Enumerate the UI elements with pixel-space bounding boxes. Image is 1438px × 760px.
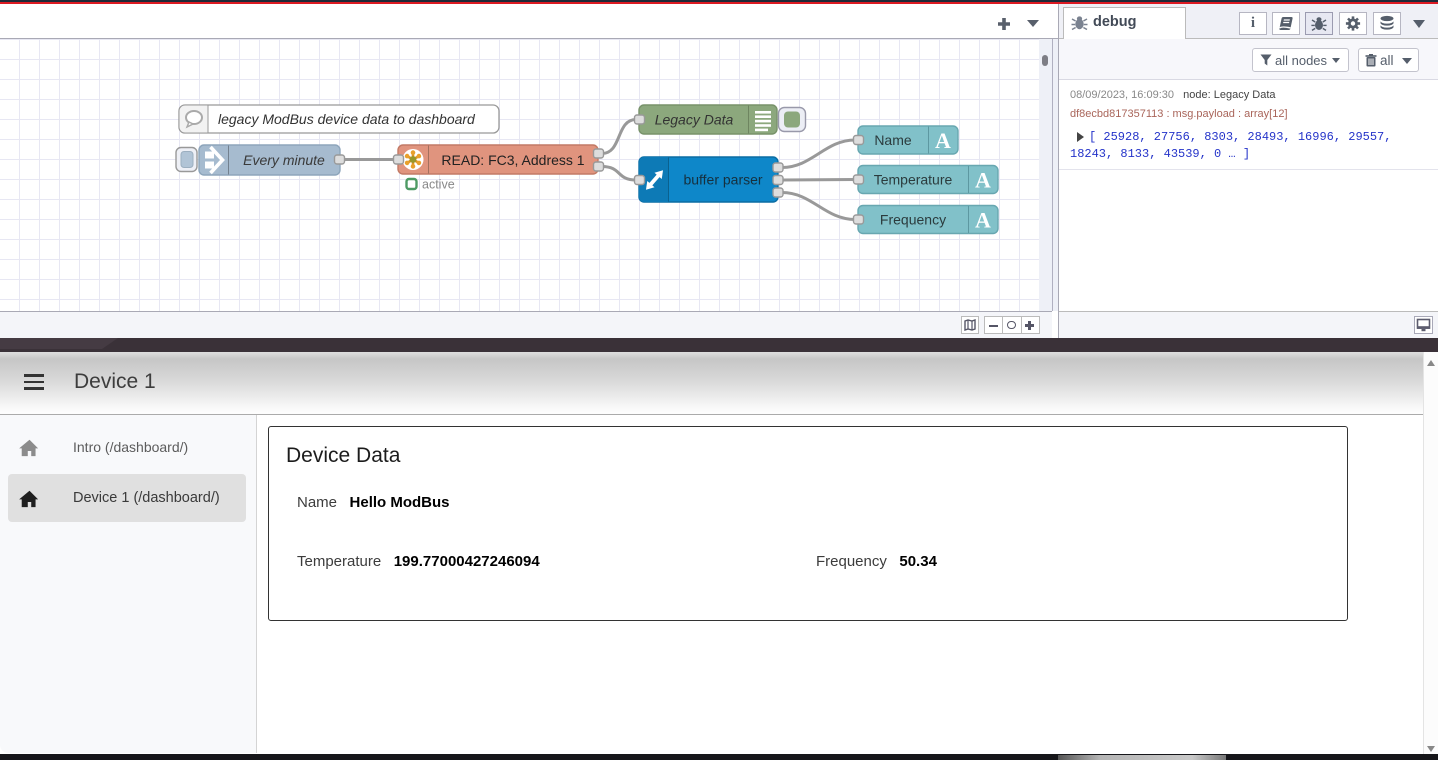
svg-text:Frequency: Frequency: [880, 212, 946, 228]
svg-text:legacy ModBus device data to d: legacy ModBus device data to dashboard: [218, 111, 476, 127]
svg-text:Legacy Data: Legacy Data: [655, 112, 734, 128]
svg-text:Every minute: Every minute: [243, 152, 325, 168]
svg-text:Temperature: Temperature: [874, 172, 953, 188]
svg-text:READ: FC3, Address 1: READ: FC3, Address 1: [441, 152, 584, 168]
svg-text:A: A: [935, 128, 951, 153]
svg-text:A: A: [975, 168, 991, 193]
svg-text:buffer parser: buffer parser: [683, 172, 762, 188]
svg-text:A: A: [975, 208, 991, 233]
svg-text:active: active: [422, 178, 455, 192]
svg-text:Name: Name: [874, 132, 912, 148]
